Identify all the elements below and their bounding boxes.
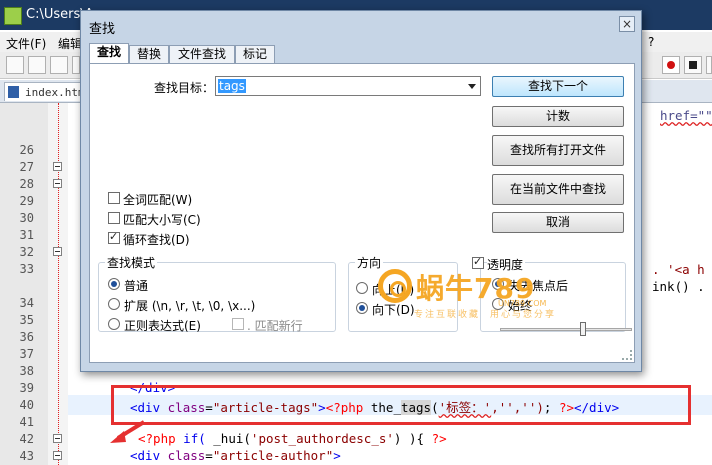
transparency-label: 透明度 xyxy=(487,256,526,273)
menu-help[interactable]: ? xyxy=(648,35,654,49)
search-mode-title: 查找模式 xyxy=(105,254,158,271)
line-number-gutter: 26 27 28 29 30 31 32 33 34 35 36 37 38 3… xyxy=(0,103,48,465)
code-fragment: . '<a h xyxy=(652,262,705,277)
stop-macro-icon[interactable] xyxy=(684,56,702,74)
fold-toggle-icon[interactable] xyxy=(53,179,62,188)
direction-down-label: 向下(D) xyxy=(372,303,415,317)
play-macro-icon[interactable] xyxy=(706,56,712,74)
tab-find[interactable]: 查找 xyxy=(89,43,129,65)
code-line-43: <div class="article-author"> xyxy=(130,448,341,463)
search-value: tags xyxy=(218,79,246,93)
fold-toggle-icon[interactable] xyxy=(53,434,62,443)
line-number: 28 xyxy=(19,177,34,191)
line-number: 41 xyxy=(19,415,34,429)
search-label: 查找目标： xyxy=(154,81,215,95)
cancel-button[interactable]: 取消 xyxy=(492,212,624,233)
close-icon[interactable]: × xyxy=(619,16,635,32)
open-file-icon[interactable] xyxy=(28,56,46,74)
count-button[interactable]: 计数 xyxy=(492,106,624,127)
line-number: 36 xyxy=(19,330,34,344)
transparency-on-lose-focus-radio[interactable] xyxy=(492,278,504,290)
chevron-down-icon[interactable] xyxy=(468,84,476,89)
mode-extended-label: 扩展 (\n, \r, \t, \0, \x...) xyxy=(124,299,256,313)
fold-toggle-icon[interactable] xyxy=(53,247,62,256)
code-line-42: <?php if( _hui('post_authordesc_s') ){ ?… xyxy=(138,431,447,446)
whole-word-checkbox[interactable] xyxy=(108,192,120,204)
transparency-always-radio[interactable] xyxy=(492,298,504,310)
mode-regex-radio[interactable] xyxy=(108,318,120,330)
notepad-app-icon xyxy=(4,7,22,25)
line-number: 26 xyxy=(19,143,34,157)
line-number: 31 xyxy=(19,228,34,242)
fold-toggle-icon[interactable] xyxy=(53,451,62,460)
wrap-around-checkbox[interactable] xyxy=(108,230,120,244)
dot-newline-checkbox[interactable] xyxy=(232,318,244,330)
file-tab-label: index.htm xyxy=(25,86,85,99)
find-all-open-button[interactable]: 查找所有打开文件 xyxy=(492,135,624,166)
file-icon xyxy=(8,86,19,98)
tab-mark[interactable]: 标记 xyxy=(235,45,275,64)
direction-up-radio[interactable] xyxy=(356,282,368,294)
save-all-icon[interactable] xyxy=(72,56,80,74)
line-number: 34 xyxy=(19,296,34,310)
match-case-checkbox[interactable] xyxy=(108,212,120,224)
dot-newline-label: . 匹配新行 xyxy=(247,319,303,333)
find-next-button[interactable]: 查找下一个 xyxy=(492,76,624,97)
resize-grip-icon[interactable] xyxy=(622,350,632,360)
line-number: 39 xyxy=(19,381,34,395)
mode-extended-radio[interactable] xyxy=(108,298,120,310)
menu-file[interactable]: 文件(F) xyxy=(6,35,46,52)
line-number: 38 xyxy=(19,364,34,378)
menu-edit[interactable]: 编辑 xyxy=(58,35,82,52)
code-fragment: ink() . xyxy=(652,279,705,294)
line-number: 30 xyxy=(19,211,34,225)
file-tab-index[interactable]: index.htm xyxy=(4,82,85,101)
wrap-around-label: 循环查找(D) xyxy=(123,233,190,247)
mode-normal-radio[interactable] xyxy=(108,278,120,290)
tab-find-in-files[interactable]: 文件查找 xyxy=(169,45,235,64)
line-number: 29 xyxy=(19,194,34,208)
code-fragment: href="" xyxy=(660,108,712,123)
record-macro-icon[interactable] xyxy=(662,56,680,74)
whole-word-label: 全词匹配(W) xyxy=(123,193,193,207)
annotation-arrow-icon xyxy=(110,420,146,443)
find-panel: 查找目标： tags 查找下一个 计数 查找所有打开文件 在当前文件中查找 取消… xyxy=(89,63,635,363)
transparency-checkbox[interactable] xyxy=(472,255,484,269)
fold-guide-line xyxy=(58,103,59,465)
transparency-on-lose-focus-label: 失去焦点后 xyxy=(508,279,569,293)
tab-replace[interactable]: 替换 xyxy=(129,45,169,64)
line-number: 43 xyxy=(19,449,34,463)
mode-normal-label: 普通 xyxy=(124,279,149,293)
search-input[interactable]: tags xyxy=(215,76,481,96)
direction-title: 方向 xyxy=(355,254,384,271)
save-icon[interactable] xyxy=(50,56,68,74)
dialog-title: 查找 xyxy=(89,22,116,37)
line-number: 37 xyxy=(19,347,34,361)
transparency-slider-track[interactable] xyxy=(500,328,632,331)
line-number: 33 xyxy=(19,262,34,276)
transparency-slider-thumb[interactable] xyxy=(580,322,586,336)
direction-down-radio[interactable] xyxy=(356,302,368,314)
line-number: 35 xyxy=(19,313,34,327)
find-in-current-button[interactable]: 在当前文件中查找 xyxy=(492,174,624,205)
find-dialog: 查找 × 查找 替换 文件查找 标记 查找目标： tags 查找下一个 计数 查… xyxy=(80,10,642,372)
line-number: 40 xyxy=(19,398,34,412)
mode-regex-label: 正则表达式(E) xyxy=(124,319,201,333)
direction-up-label: 向上(U) xyxy=(372,283,415,297)
line-number: 27 xyxy=(19,160,34,174)
fold-toggle-icon[interactable] xyxy=(53,162,62,171)
match-case-label: 匹配大小写(C) xyxy=(123,213,201,227)
line-number: 32 xyxy=(19,245,34,259)
annotation-highlight-box xyxy=(111,385,691,425)
transparency-always-label: 始终 xyxy=(508,299,533,313)
new-file-icon[interactable] xyxy=(6,56,24,74)
line-number: 42 xyxy=(19,432,34,446)
